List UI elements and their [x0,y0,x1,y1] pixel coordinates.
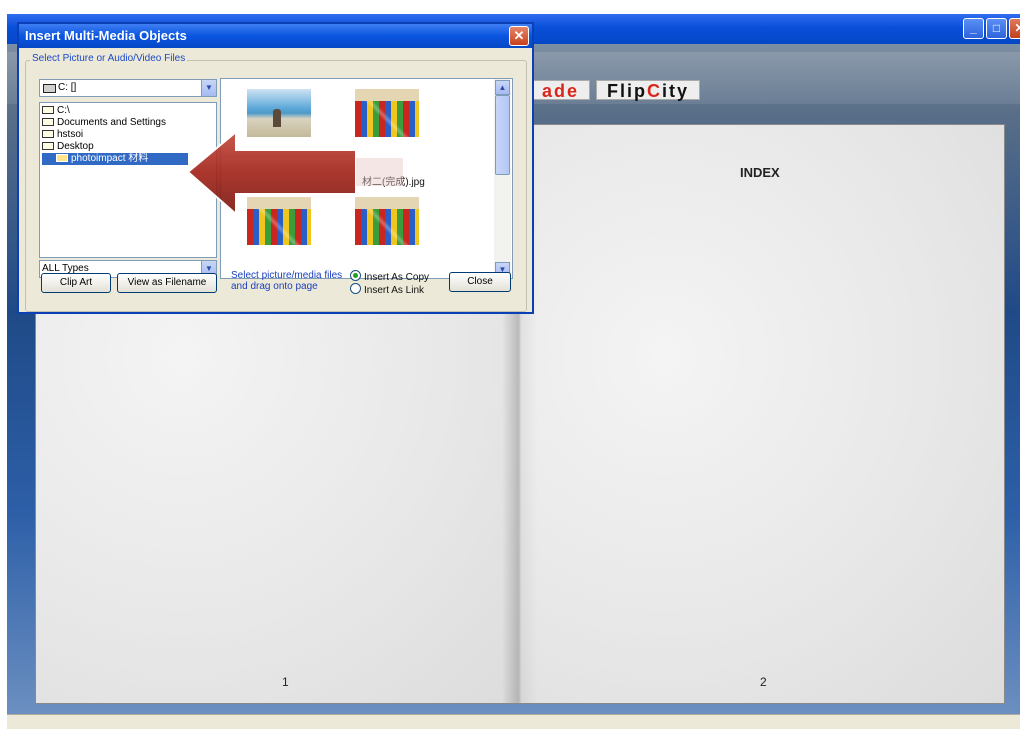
scroll-up-icon[interactable]: ▲ [495,80,510,95]
brand-logo: ade FlipCity [531,80,701,101]
dialog-close-button[interactable]: ✕ [509,26,529,46]
brand-text-c: C [647,81,663,101]
view-as-filename-button[interactable]: View as Filename [117,273,217,293]
page-number-right: 2 [760,675,767,689]
folder-open-icon [56,154,68,162]
page-number-left: 1 [282,675,289,689]
tree-item-desktop[interactable]: Desktop [42,141,94,153]
insert-as-copy-option[interactable]: Insert As Copy [350,270,429,283]
tree-item-photoimpact[interactable]: photoimpact 材料 [42,153,188,165]
tree-item-label: C:\ [57,105,70,116]
preview-scrollbar[interactable]: ▲ ▼ [494,79,511,278]
drive-select-value: C: [] [58,82,77,93]
drag-hint-line1: Select picture/media files [231,270,343,281]
brand-text-ity: ity [662,81,690,101]
radio-label: Insert As Copy [364,272,430,283]
status-bar [7,714,1020,729]
dialog-titlebar[interactable]: Insert Multi-Media Objects ✕ [19,24,532,48]
maximize-icon: □ [992,21,1001,35]
page-title-index: INDEX [740,165,780,180]
radio-label: Insert As Link [364,285,425,296]
tree-item-label: hstsoi [57,129,84,140]
folder-open-icon [42,142,54,150]
radio-selected-icon[interactable] [350,270,361,281]
chevron-down-icon[interactable]: ▼ [201,80,216,96]
folder-open-icon [42,118,54,126]
brand-segment-1: ade [531,80,591,101]
tree-item-documents[interactable]: Documents and Settings [42,117,166,129]
close-icon: ✕ [1014,21,1020,35]
window-close-button[interactable]: ✕ [1009,18,1020,39]
clip-art-button[interactable]: Clip Art [41,273,111,293]
tree-item-label: photoimpact 材料 [71,153,149,164]
tree-item-root[interactable]: C:\ [42,105,70,117]
close-icon: ✕ [513,28,525,43]
folder-open-icon [42,106,54,114]
brand-segment-2: FlipCity [596,80,701,101]
drive-select[interactable]: C: [] ▼ [39,79,217,97]
drag-hint: Select picture/media files and drag onto… [231,270,351,292]
maximize-button[interactable]: □ [986,18,1007,39]
left-arrow-icon [188,130,403,217]
tree-item-label: Desktop [57,141,94,152]
minimize-button[interactable]: _ [963,18,984,39]
dialog-title: Insert Multi-Media Objects [25,28,187,43]
close-button[interactable]: Close [449,272,511,292]
tree-item-hstsoi[interactable]: hstsoi [42,129,83,141]
drive-icon [43,84,56,93]
book-page-right[interactable]: INDEX 2 [520,125,1004,703]
brand-text-flip: Flip [607,81,648,101]
minimize-icon: _ [970,21,977,35]
tree-item-label: Documents and Settings [57,117,166,128]
folder-open-icon [42,130,54,138]
radio-unselected-icon[interactable] [350,283,361,294]
drag-hint-line2: and drag onto page [231,281,318,292]
scroll-thumb[interactable] [495,95,510,175]
insert-as-link-option[interactable]: Insert As Link [350,283,424,296]
brand-text-ade: ade [542,81,580,101]
group-legend: Select Picture or Audio/Video Files [30,53,188,64]
